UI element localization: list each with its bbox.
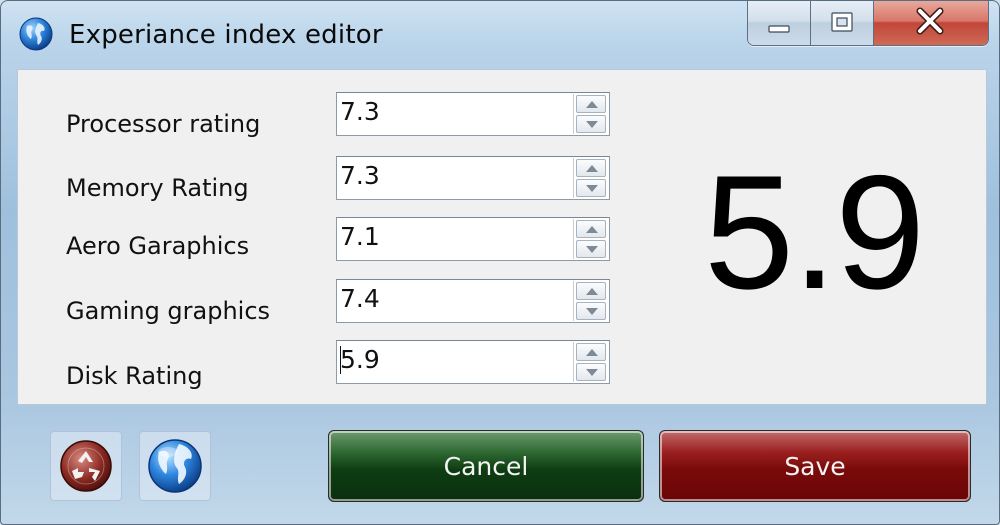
arrow-down-icon bbox=[586, 185, 598, 192]
processor-rating-label: Processor rating bbox=[66, 110, 261, 138]
globe-icon bbox=[19, 17, 53, 51]
globe-icon bbox=[148, 439, 202, 493]
disk-rating-value: 5.9 bbox=[340, 345, 380, 374]
window-title: Experiance index editor bbox=[69, 20, 383, 50]
processor-rating-input[interactable]: 7.3 bbox=[336, 92, 610, 136]
spin-up-button[interactable] bbox=[576, 343, 606, 361]
aero-graphics-label: Aero Garaphics bbox=[66, 232, 250, 260]
minimize-icon bbox=[768, 25, 790, 33]
maximize-icon bbox=[831, 12, 853, 32]
disk-rating-label: Disk Rating bbox=[66, 362, 203, 390]
maximize-button[interactable] bbox=[811, 1, 874, 45]
arrow-up-icon bbox=[586, 101, 598, 108]
ratings-panel: Processor rating 7.3 Memory Rating 7.3 A… bbox=[17, 69, 987, 405]
arrow-up-icon bbox=[586, 226, 598, 233]
save-button[interactable]: Save bbox=[659, 430, 971, 502]
processor-rating-value: 7.3 bbox=[340, 97, 380, 126]
arrow-down-icon bbox=[586, 369, 598, 376]
arrow-up-icon bbox=[586, 288, 598, 295]
gaming-graphics-input[interactable]: 7.4 bbox=[336, 279, 610, 323]
spin-up-button[interactable] bbox=[576, 95, 606, 113]
arrow-down-icon bbox=[586, 308, 598, 315]
minimize-button[interactable] bbox=[748, 1, 811, 45]
overall-score: 5.9 bbox=[704, 142, 925, 323]
processor-rating-spinner[interactable] bbox=[573, 94, 608, 134]
cancel-button[interactable]: Cancel bbox=[328, 430, 644, 502]
memory-rating-value: 7.3 bbox=[340, 161, 380, 190]
disk-rating-input[interactable]: 5.9 bbox=[336, 340, 610, 384]
spin-down-button[interactable] bbox=[576, 179, 606, 197]
web-button[interactable] bbox=[139, 431, 211, 501]
caption-buttons bbox=[747, 1, 989, 46]
disk-rating-spinner[interactable] bbox=[573, 342, 608, 382]
spin-up-button[interactable] bbox=[576, 282, 606, 300]
arrow-up-icon bbox=[586, 165, 598, 172]
memory-rating-label: Memory Rating bbox=[66, 174, 249, 202]
spin-down-button[interactable] bbox=[576, 240, 606, 258]
editor-window: Experiance index editor Processor rating… bbox=[0, 0, 1000, 525]
aero-graphics-input[interactable]: 7.1 bbox=[336, 217, 610, 261]
arrow-down-icon bbox=[586, 246, 598, 253]
title-bar[interactable]: Experiance index editor bbox=[1, 1, 999, 67]
gaming-graphics-spinner[interactable] bbox=[573, 281, 608, 321]
close-icon bbox=[916, 7, 944, 35]
spin-up-button[interactable] bbox=[576, 220, 606, 238]
spin-down-button[interactable] bbox=[576, 302, 606, 320]
memory-rating-input[interactable]: 7.3 bbox=[336, 156, 610, 200]
aero-graphics-spinner[interactable] bbox=[573, 219, 608, 259]
gaming-graphics-value: 7.4 bbox=[340, 284, 380, 313]
aero-graphics-value: 7.1 bbox=[340, 222, 380, 251]
spin-down-button[interactable] bbox=[576, 115, 606, 133]
gaming-graphics-label: Gaming graphics bbox=[66, 297, 271, 325]
reset-button[interactable] bbox=[50, 431, 122, 501]
memory-rating-spinner[interactable] bbox=[573, 158, 608, 198]
spin-down-button[interactable] bbox=[576, 363, 606, 381]
close-button[interactable] bbox=[874, 1, 988, 45]
spin-up-button[interactable] bbox=[576, 159, 606, 177]
arrow-down-icon bbox=[586, 121, 598, 128]
recycle-icon bbox=[60, 440, 112, 492]
arrow-up-icon bbox=[586, 349, 598, 356]
